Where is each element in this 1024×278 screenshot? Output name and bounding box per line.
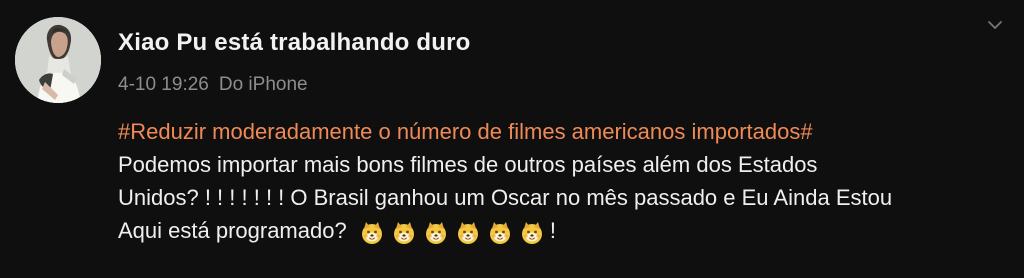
content-line-1: Podemos importar mais bons filmes de out…: [118, 152, 818, 177]
hashtag-link[interactable]: #Reduzir moderadamente o número de filme…: [118, 115, 1008, 148]
weibo-post-card: Xiao Pu está trabalhando duro 4-10 19:26…: [0, 0, 1024, 278]
content-line-3-text: Aqui está programado?: [118, 218, 353, 243]
post-meta: 4-10 19:26 Do iPhone: [118, 72, 308, 98]
content-line-3: Aqui está programado? !: [118, 214, 1008, 247]
doge-emoji: [486, 219, 514, 247]
emoji-group: [358, 217, 550, 247]
chevron-down-icon[interactable]: [984, 14, 1006, 36]
content-line-3-suffix: !: [549, 218, 556, 243]
doge-emoji: [390, 219, 418, 247]
doge-emoji: [422, 219, 450, 247]
post-content: #Reduzir moderadamente o número de filme…: [118, 115, 1008, 247]
author-avatar[interactable]: [15, 17, 101, 103]
post-source: Do iPhone: [218, 74, 308, 95]
author-name[interactable]: Xiao Pu está trabalhando duro: [118, 27, 471, 59]
content-line-2: Unidos? ! ! ! ! ! ! ! O Brasil ganhou um…: [118, 185, 893, 210]
timestamp[interactable]: 4-10 19:26: [118, 74, 209, 95]
doge-emoji: [358, 219, 386, 247]
doge-emoji: [454, 219, 482, 247]
doge-emoji: [518, 219, 546, 247]
